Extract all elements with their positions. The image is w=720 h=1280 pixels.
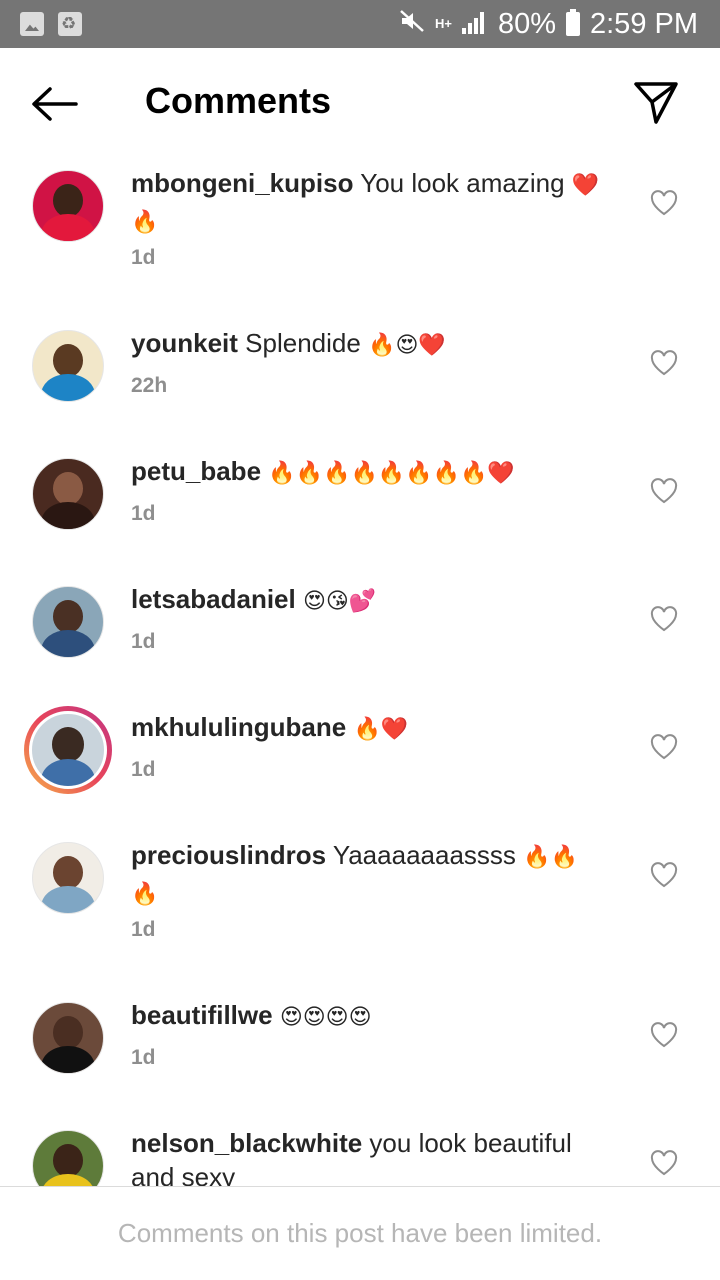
back-button[interactable] bbox=[28, 84, 84, 124]
like-heart-icon[interactable] bbox=[650, 1022, 678, 1048]
comment-time: 1d bbox=[131, 918, 156, 941]
battery-icon bbox=[566, 9, 580, 36]
comment-emoji: 🔥🔥🔥🔥🔥🔥🔥🔥❤️ bbox=[268, 461, 515, 486]
arrow-left-icon bbox=[32, 87, 78, 121]
avatar[interactable] bbox=[32, 1002, 104, 1074]
comment-emoji: 🔥😍❤️ bbox=[368, 333, 446, 358]
like-heart-icon[interactable] bbox=[650, 606, 678, 632]
comment-username[interactable]: younkeit bbox=[131, 328, 238, 358]
comment-username[interactable]: mbongeni_kupiso bbox=[131, 168, 353, 198]
send-icon bbox=[634, 82, 678, 124]
comment-item: younkeit Splendide 🔥😍❤️ 22h bbox=[0, 318, 720, 446]
comment-item: beautifillwe 😍😍😍😍 1d bbox=[0, 990, 720, 1118]
status-bar: H+ 80% 2:59 PM bbox=[0, 0, 720, 48]
comment-time: 1d bbox=[131, 246, 156, 269]
comment-emoji: 🔥❤️ bbox=[353, 717, 409, 742]
recycle-notification-icon bbox=[58, 12, 82, 36]
comment-username[interactable]: letsabadaniel bbox=[131, 584, 296, 614]
comment-item: mkhululingubane 🔥❤️ 1d bbox=[0, 702, 720, 830]
avatar[interactable] bbox=[32, 170, 104, 242]
like-heart-icon[interactable] bbox=[650, 734, 678, 760]
like-heart-icon[interactable] bbox=[650, 190, 678, 216]
avatar[interactable] bbox=[32, 458, 104, 530]
comment-text: You look amazing bbox=[360, 168, 565, 198]
comment-time: 1d bbox=[131, 502, 156, 525]
comment-username[interactable]: preciouslindros bbox=[131, 840, 326, 870]
battery-percent: 80% bbox=[497, 7, 556, 40]
comment-text: Splendide bbox=[245, 328, 361, 358]
comment-item: petu_babe 🔥🔥🔥🔥🔥🔥🔥🔥❤️ 1d bbox=[0, 446, 720, 574]
comment-time: 1d bbox=[131, 1046, 156, 1069]
comment-username[interactable]: nelson_blackwhite bbox=[131, 1128, 362, 1158]
comment-item: preciouslindros Yaaaaaaaassss 🔥🔥🔥 1d bbox=[0, 830, 720, 990]
network-type-label: H+ bbox=[434, 16, 452, 31]
like-heart-icon[interactable] bbox=[650, 350, 678, 376]
like-heart-icon[interactable] bbox=[650, 478, 678, 504]
comment-emoji: 😍😘💕 bbox=[302, 589, 377, 614]
comments-list[interactable]: mbongeni_kupiso You look amazing ❤️🔥 1d … bbox=[0, 158, 720, 1186]
comment-time: 1d bbox=[131, 758, 156, 781]
comments-header: Comments bbox=[0, 48, 720, 158]
comment-item: mbongeni_kupiso You look amazing ❤️🔥 1d bbox=[0, 158, 720, 318]
comment-item: letsabadaniel 😍😘💕 1d bbox=[0, 574, 720, 702]
comment-username[interactable]: beautifillwe bbox=[131, 1000, 273, 1030]
comment-time: 22h bbox=[131, 374, 168, 397]
gallery-notification-icon bbox=[20, 12, 44, 36]
signal-icon bbox=[461, 12, 488, 36]
comment-username[interactable]: mkhululingubane bbox=[131, 712, 346, 742]
avatar[interactable] bbox=[32, 330, 104, 402]
comment-text: Yaaaaaaaassss bbox=[332, 840, 516, 870]
comment-username[interactable]: petu_babe bbox=[131, 456, 261, 486]
share-button[interactable] bbox=[632, 80, 680, 126]
clock: 2:59 PM bbox=[590, 7, 698, 40]
avatar[interactable] bbox=[32, 842, 104, 914]
avatar[interactable] bbox=[32, 586, 104, 658]
page-title: Comments bbox=[145, 80, 332, 121]
comments-limited-notice: Comments on this post have been limited. bbox=[0, 1186, 720, 1280]
like-heart-icon[interactable] bbox=[650, 862, 678, 888]
mute-icon bbox=[399, 9, 425, 40]
comment-emoji: 😍😍😍😍 bbox=[279, 1005, 372, 1030]
like-heart-icon[interactable] bbox=[650, 1150, 678, 1176]
comment-item: nelson_blackwhite you look beautiful and… bbox=[0, 1118, 720, 1186]
comment-time: 1d bbox=[131, 630, 156, 653]
avatar[interactable] bbox=[32, 1130, 104, 1186]
avatar-story-ring[interactable] bbox=[24, 706, 112, 794]
